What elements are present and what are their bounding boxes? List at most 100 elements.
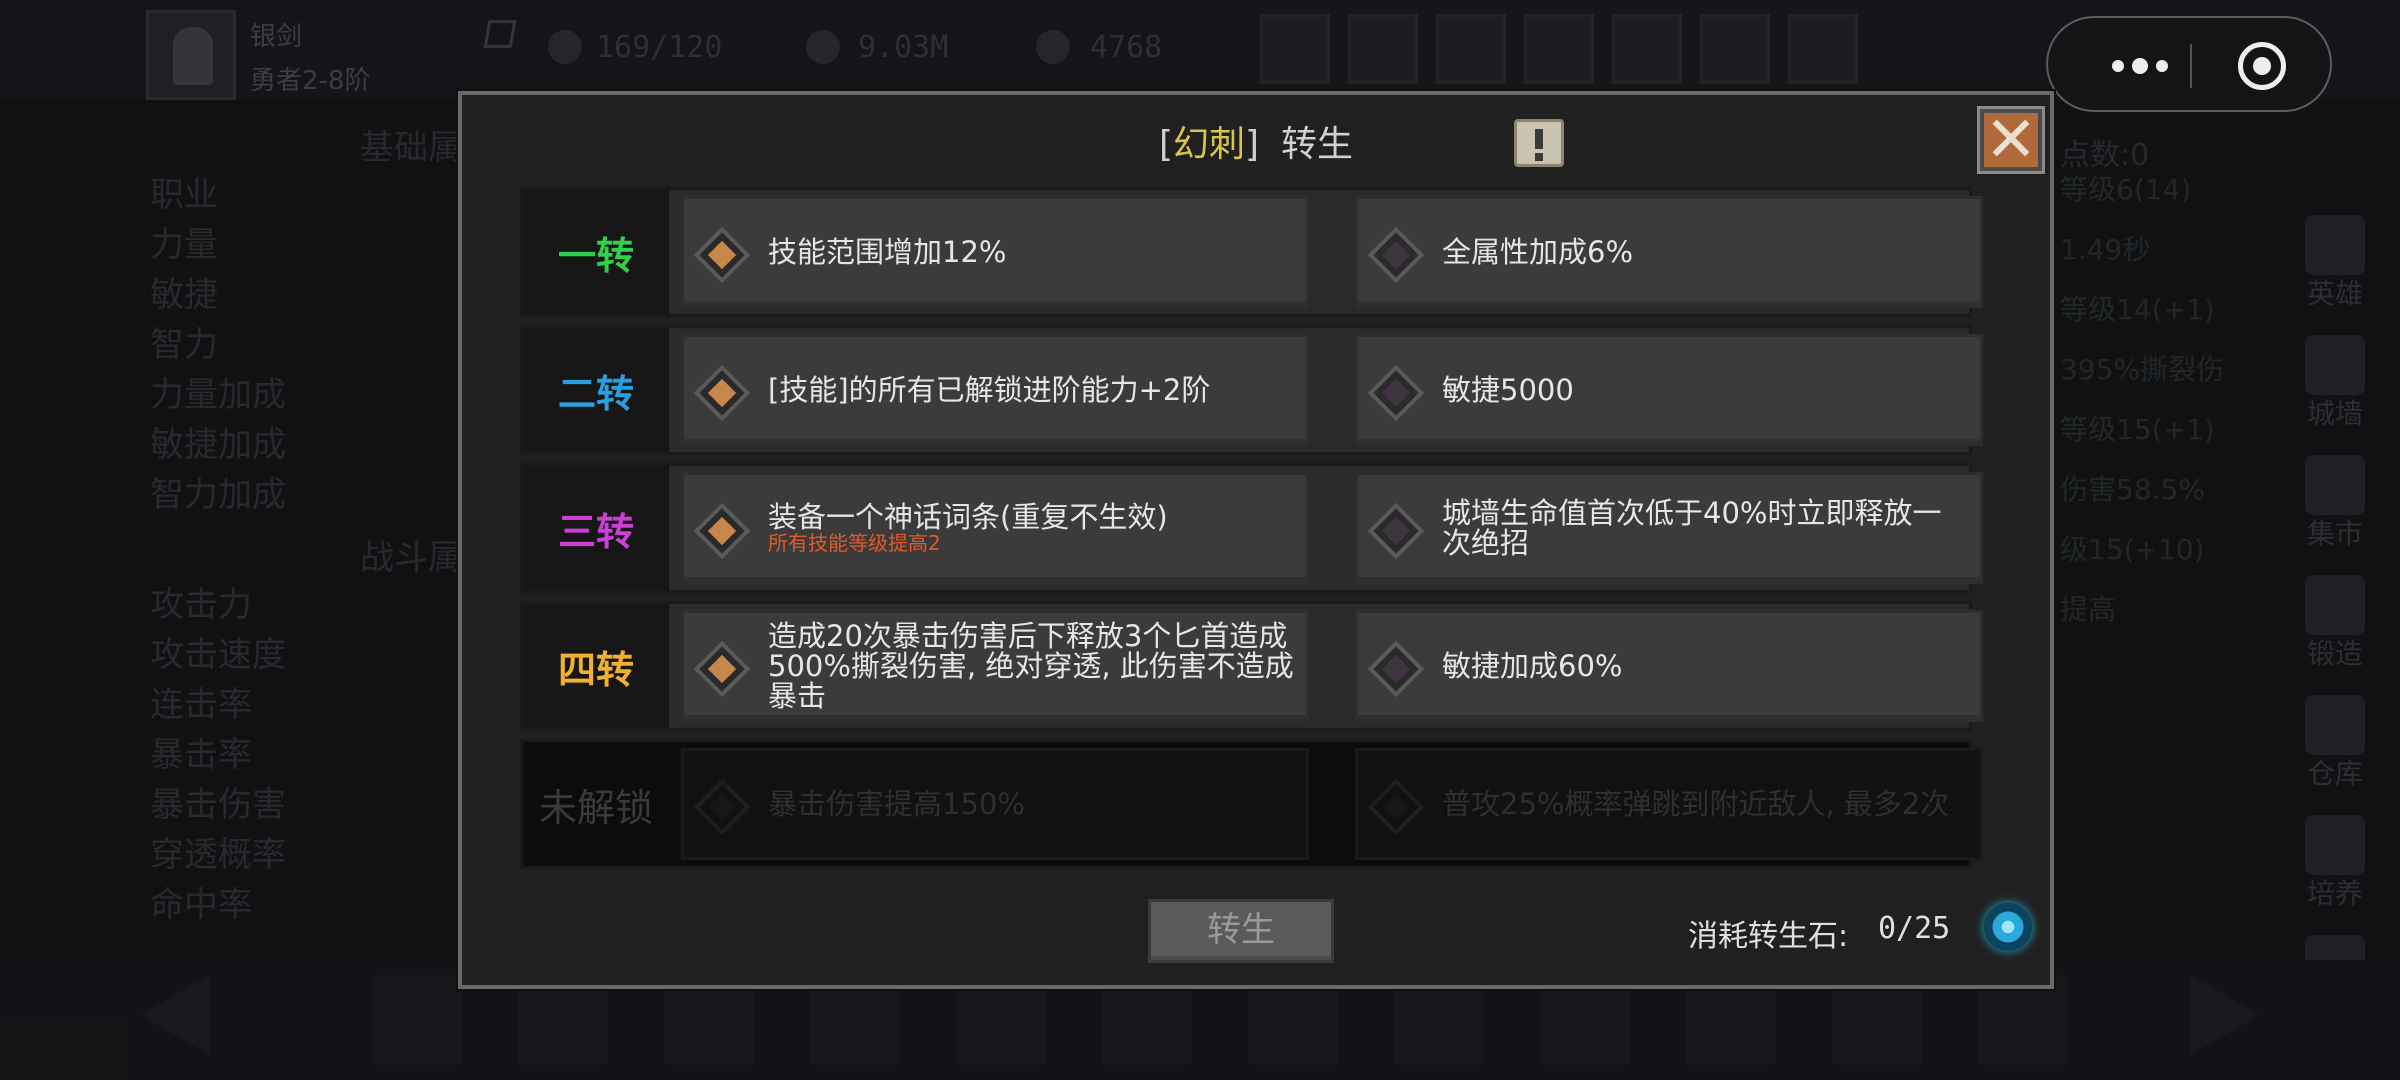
- gold-value: 9.03M: [858, 30, 949, 65]
- settings-gear-icon[interactable]: [1524, 14, 1594, 84]
- perk-description: 敏捷5000: [1442, 373, 1574, 407]
- nav-label: 锻造: [2306, 637, 2363, 670]
- nav-warehouse[interactable]: 仓库: [2290, 690, 2380, 800]
- bag-icon[interactable]: [1788, 14, 1858, 84]
- attr-label: 攻击力: [150, 585, 252, 625]
- ranking-icon[interactable]: [1436, 14, 1506, 84]
- perk-card-left[interactable]: 装备一个神话词条(重复不生效) 所有技能等级提高2: [681, 472, 1309, 584]
- attr-label: 力量加成: [150, 375, 286, 415]
- info-icon[interactable]: [1514, 119, 1564, 167]
- attr-label: 力量: [150, 225, 218, 265]
- arrow-right-icon[interactable]: [2190, 975, 2260, 1055]
- close-icon[interactable]: [1977, 106, 2045, 174]
- perk-card-left[interactable]: 造成20次暴击伤害后下释放3个匕首造成500%撕裂伤害, 绝对穿透, 此伤害不造…: [681, 610, 1309, 722]
- perk-diamond-icon: [693, 778, 751, 836]
- top-bar: 银剑 勇者2-8阶 169/120 9.03M 4768: [0, 0, 2400, 100]
- edit-icon[interactable]: [483, 20, 517, 48]
- perk-description: 普攻25%概率弹跳到附近敌人, 最多2次: [1442, 787, 1950, 821]
- tier-label: 未解锁: [538, 785, 653, 830]
- player-avatar[interactable]: [146, 10, 236, 100]
- hero-slot[interactable]: [372, 975, 462, 1065]
- nav-hero[interactable]: 英雄: [2290, 210, 2380, 320]
- perk-card-right[interactable]: 敏捷5000: [1355, 334, 1983, 446]
- rebirth-modal: [幻刺] 转生 一转 技能范围增加12% 全属性加成6% 二转 [技能]的所有已解锁进阶能…: [458, 91, 2054, 989]
- perk-card-left[interactable]: 暴击伤害提高150%: [681, 748, 1309, 860]
- perk-card-left[interactable]: 技能范围增加12%: [681, 196, 1309, 308]
- perk-diamond-icon: [693, 364, 751, 422]
- perk-card-right[interactable]: 敏捷加成60%: [1355, 610, 1983, 722]
- perk-card-right[interactable]: 普攻25%概率弹跳到附近敌人, 最多2次: [1355, 748, 1983, 860]
- nav-label: 培养: [2306, 877, 2363, 910]
- nav-label: 英雄: [2306, 277, 2363, 310]
- perk-diamond-icon: [693, 226, 751, 284]
- attr-label: 攻击速度: [150, 635, 286, 675]
- skill-value: 等级15(+1): [2060, 413, 2215, 446]
- perk-text: 城墙生命值首次低于40%时立即释放一次绝招: [1442, 475, 1970, 581]
- skill-values-list: 等级6(14) 1.49秒 等级14(+1) 395%撕裂伤 等级15(+1) …: [2060, 160, 2260, 640]
- attr-label: 敏捷加成: [150, 425, 286, 465]
- gift-icon[interactable]: [1612, 14, 1682, 84]
- perk-text: 暴击伤害提高150%: [768, 751, 1296, 857]
- event-icon[interactable]: [1700, 14, 1770, 84]
- player-name: 银剑: [250, 22, 303, 52]
- mail-icon[interactable]: [1348, 14, 1418, 84]
- miniprogram-capsule: [2046, 16, 2332, 112]
- perk-card-right[interactable]: 城墙生命值首次低于40%时立即释放一次绝招: [1355, 472, 1983, 584]
- tier-list: 一转 技能范围增加12% 全属性加成6% 二转 [技能]的所有已解锁进阶能力+2阶 敏捷5…: [520, 187, 1983, 877]
- shop-cart-icon[interactable]: [1260, 14, 1330, 84]
- nav-market[interactable]: 集市: [2290, 450, 2380, 560]
- close-miniprogram-icon[interactable]: [2238, 42, 2286, 90]
- arrow-left-icon[interactable]: [140, 975, 210, 1055]
- tier-label: 三转: [523, 466, 669, 590]
- gold-icon: [806, 30, 840, 64]
- skill-value: 等级6(14): [2060, 173, 2192, 206]
- nav-train[interactable]: 培养: [2290, 810, 2380, 920]
- attr-label: 智力加成: [150, 475, 286, 515]
- tier-row: 三转 装备一个神话词条(重复不生效) 所有技能等级提高2 城墙生命值首次低于40%时立…: [520, 463, 1983, 593]
- perk-description: 城墙生命值首次低于40%时立即释放一次绝招: [1442, 496, 1942, 560]
- capsule-divider: [2190, 44, 2192, 88]
- tier-row: 二转 [技能]的所有已解锁进阶能力+2阶 敏捷5000: [520, 325, 1983, 455]
- title-bracket: ]: [1245, 124, 1260, 165]
- nav-label: 集市: [2306, 517, 2363, 550]
- skill-value: 级15(+10): [2060, 533, 2205, 566]
- perk-card-left[interactable]: [技能]的所有已解锁进阶能力+2阶: [681, 334, 1309, 446]
- perk-description: [技能]的所有已解锁进阶能力+2阶: [768, 373, 1211, 407]
- attr-label: 穿透概率: [150, 835, 286, 875]
- section-basic-title: 基础属: [360, 128, 462, 168]
- perk-text: 装备一个神话词条(重复不生效) 所有技能等级提高2: [768, 475, 1296, 581]
- attr-label: 暴击伤害: [150, 785, 286, 825]
- cost-label: 消耗转生石:: [1688, 919, 1849, 954]
- perk-card-right[interactable]: 全属性加成6%: [1355, 196, 1983, 308]
- skill-value: 伤害58.5%: [2060, 473, 2205, 506]
- attr-label: 智力: [150, 325, 218, 365]
- train-icon: [2305, 815, 2365, 875]
- forge-icon: [2305, 575, 2365, 635]
- hero-icon: [2305, 215, 2365, 275]
- perk-text: 敏捷5000: [1442, 337, 1970, 443]
- more-menu-icon[interactable]: [2090, 44, 2190, 88]
- stamina-icon: [548, 30, 582, 64]
- market-icon: [2305, 455, 2365, 515]
- perk-text: 普攻25%概率弹跳到附近敌人, 最多2次: [1442, 751, 1970, 857]
- cost-value: 0/25: [1878, 911, 1951, 946]
- perk-diamond-icon: [1367, 640, 1425, 698]
- perk-bonus-note: 所有技能等级提高2: [768, 531, 941, 555]
- nav-label: 仓库: [2306, 757, 2363, 790]
- gem-icon: [1036, 30, 1070, 64]
- gem-value: 4768: [1090, 30, 1163, 65]
- stamina-value: 169/120: [596, 30, 723, 65]
- perk-diamond-icon: [1367, 778, 1425, 836]
- skill-value: 1.49秒: [2060, 233, 2151, 266]
- perk-description: 装备一个神话词条(重复不生效): [768, 500, 1168, 534]
- tier-label: 四转: [523, 604, 669, 728]
- tier-label: 二转: [523, 328, 669, 452]
- attr-label: 命中率: [150, 885, 252, 925]
- rebirth-button[interactable]: 转生: [1148, 899, 1334, 963]
- perk-diamond-icon: [1367, 502, 1425, 560]
- attr-label: 职业: [150, 175, 218, 215]
- perk-description: 造成20次暴击伤害后下释放3个匕首造成500%撕裂伤害, 绝对穿透, 此伤害不造…: [768, 619, 1294, 713]
- nav-forge[interactable]: 锻造: [2290, 570, 2380, 680]
- perk-text: 技能范围增加12%: [768, 199, 1296, 305]
- nav-wall[interactable]: 城墙: [2290, 330, 2380, 440]
